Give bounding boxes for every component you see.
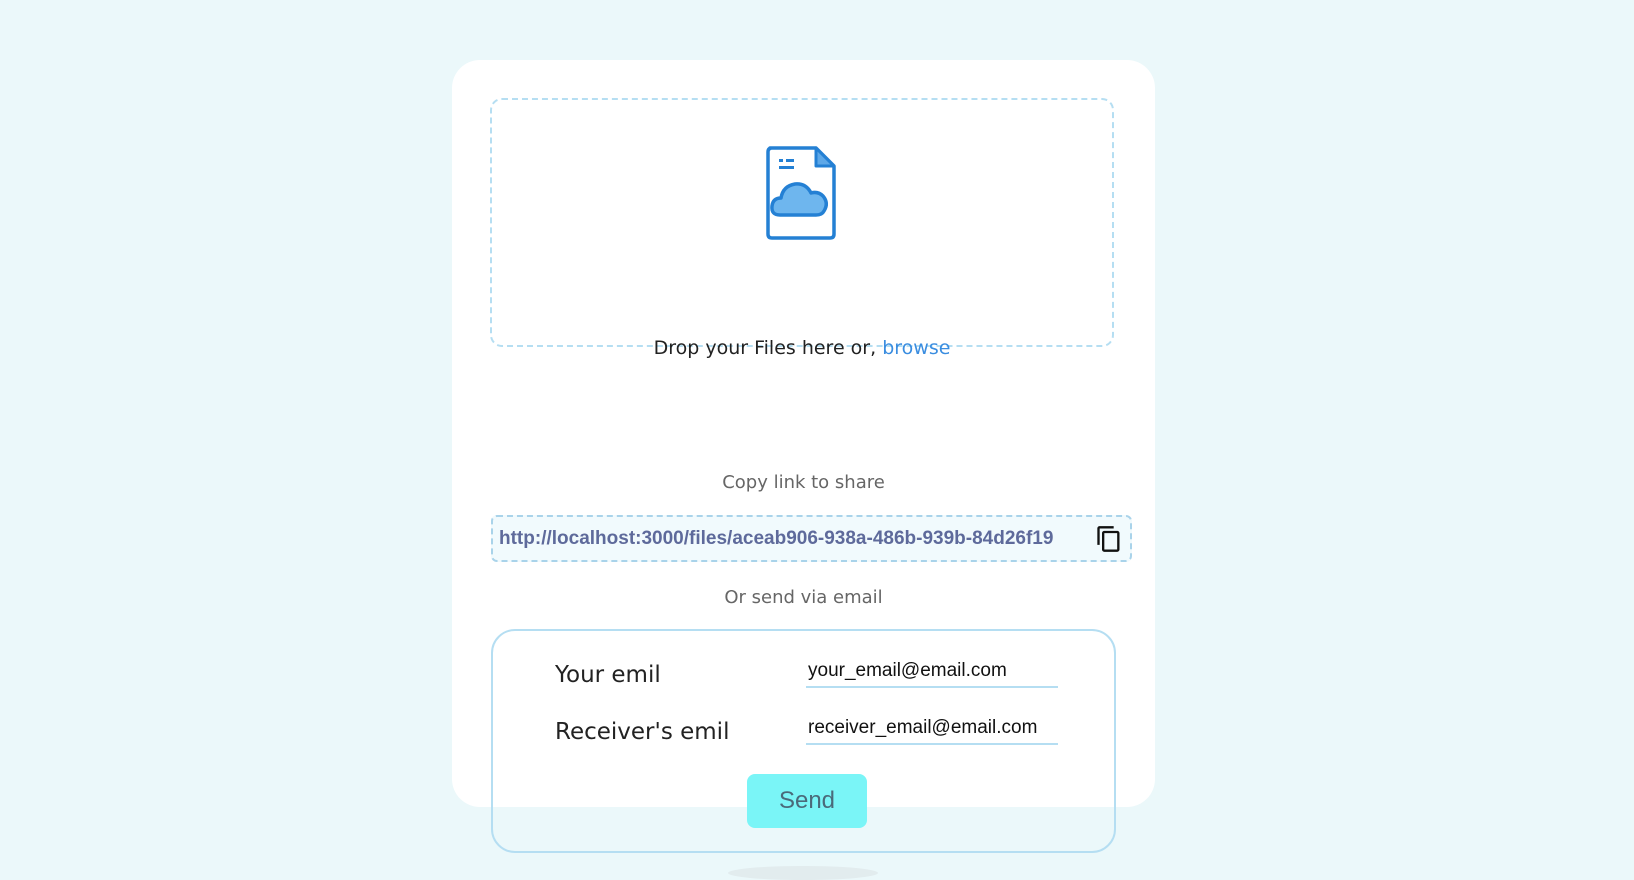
sender-email-input[interactable] xyxy=(806,656,1058,688)
send-button[interactable]: Send xyxy=(747,774,867,828)
drop-instructions: Drop your Files here or, browse xyxy=(452,337,1152,359)
share-link-box xyxy=(491,515,1132,562)
file-cloud-icon xyxy=(766,146,836,240)
upload-card: Drop your Files here or, browse Copy lin… xyxy=(452,60,1155,853)
email-form: Your emil Receiver's emil Send xyxy=(491,629,1116,853)
browse-link[interactable]: browse xyxy=(882,337,950,359)
copy-link-title: Copy link to share xyxy=(722,472,885,493)
receiver-email-input[interactable] xyxy=(806,713,1058,745)
send-email-title: Or send via email xyxy=(724,587,883,608)
sender-email-label: Your emil xyxy=(555,662,661,688)
receiver-email-label: Receiver's emil xyxy=(555,719,730,745)
drop-text-label: Drop your Files here or, xyxy=(653,337,883,359)
bottom-decoration xyxy=(728,866,878,880)
copy-icon[interactable] xyxy=(1095,525,1123,553)
share-link-input[interactable] xyxy=(499,525,1084,553)
